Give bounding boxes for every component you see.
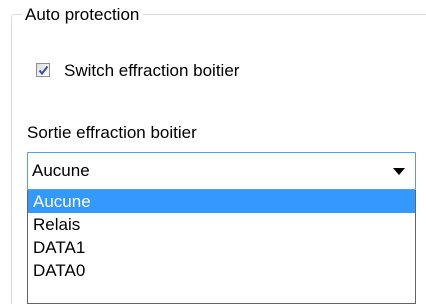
switch-effraction-checkbox[interactable] — [36, 63, 50, 77]
dropdown-option-aucune[interactable]: Aucune — [28, 190, 415, 213]
checkmark-icon — [38, 65, 49, 76]
chevron-down-icon[interactable] — [393, 168, 405, 175]
dropdown-option-data0[interactable]: DATA0 — [28, 259, 415, 282]
switch-effraction-label[interactable]: Switch effraction boitier — [64, 61, 239, 81]
sortie-effraction-combobox[interactable]: Aucune — [27, 152, 416, 190]
dropdown-option-data1[interactable]: DATA1 — [28, 236, 415, 259]
combobox-dropdown-list: Aucune Relais DATA1 DATA0 — [27, 190, 416, 304]
auto-protection-panel: Auto protection Switch effraction boitie… — [0, 0, 426, 304]
sortie-effraction-label: Sortie effraction boitier — [27, 123, 197, 142]
group-title: Auto protection — [22, 5, 144, 25]
dropdown-option-relais[interactable]: Relais — [28, 213, 415, 236]
combobox-selected-value: Aucune — [32, 161, 90, 180]
